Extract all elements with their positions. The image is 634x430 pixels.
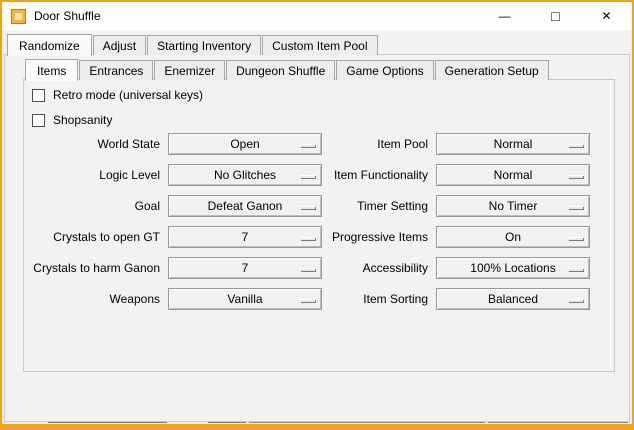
close-icon: ✕ (601, 9, 611, 23)
dropdown-value: Open (169, 134, 321, 154)
window-title: Door Shuffle (34, 9, 101, 23)
tab-custom-item-pool[interactable]: Custom Item Pool (262, 35, 377, 55)
retro-mode-checkbox[interactable]: Retro mode (universal keys) (32, 87, 203, 103)
window-frame: Door Shuffle — □ ✕ Randomize Adjust Star… (0, 0, 634, 430)
tab-adjust[interactable]: Adjust (93, 35, 146, 55)
weapons-dropdown[interactable]: Vanilla (168, 288, 322, 310)
titlebar[interactable]: Door Shuffle — □ ✕ (2, 2, 632, 30)
tab-dungeon-shuffle[interactable]: Dungeon Shuffle (226, 60, 335, 80)
item-functionality-label: Item Functionality (304, 164, 428, 186)
dropdown-value: Vanilla (169, 289, 321, 309)
checkbox-box (32, 89, 45, 102)
progressive-items-label: Progressive Items (304, 226, 428, 248)
client-area: Randomize Adjust Starting Inventory Cust… (2, 30, 632, 424)
checkbox-box (32, 114, 45, 127)
menubutton-indicator-icon (568, 237, 583, 240)
tab-enemizer[interactable]: Enemizer (154, 60, 225, 80)
dropdown-value: On (437, 227, 589, 247)
dropdown-value: 7 (169, 227, 321, 247)
weapons-label: Weapons (24, 288, 160, 310)
inner-tabstrip: Items Entrances Enemizer Dungeon Shuffle… (25, 58, 550, 80)
item-sorting-dropdown[interactable]: Balanced (436, 288, 590, 310)
dropdown-value: Defeat Ganon (169, 196, 321, 216)
dropdown-value: Normal (437, 134, 589, 154)
item-functionality-dropdown[interactable]: Normal (436, 164, 590, 186)
item-pool-dropdown[interactable]: Normal (436, 133, 590, 155)
accessibility-dropdown[interactable]: 100% Locations (436, 257, 590, 279)
accessibility-label: Accessibility (304, 257, 428, 279)
maximize-button[interactable]: □ (530, 2, 581, 30)
retro-mode-label: Retro mode (universal keys) (53, 88, 203, 102)
inner-tab-pane: Retro mode (universal keys) Shopsanity W… (23, 79, 615, 372)
tab-generation-setup[interactable]: Generation Setup (435, 60, 549, 80)
logic-level-label: Logic Level (24, 164, 160, 186)
goal-dropdown[interactable]: Defeat Ganon (168, 195, 322, 217)
crystals-open-gt-dropdown[interactable]: 7 (168, 226, 322, 248)
world-state-label: World State (24, 133, 160, 155)
crystals-harm-ganon-dropdown[interactable]: 7 (168, 257, 322, 279)
menubutton-indicator-icon (568, 144, 583, 147)
shopsanity-checkbox[interactable]: Shopsanity (32, 112, 112, 128)
dropdown-value: No Timer (437, 196, 589, 216)
minimize-button[interactable]: — (479, 2, 530, 30)
tab-items[interactable]: Items (25, 59, 78, 81)
window: Door Shuffle — □ ✕ Randomize Adjust Star… (2, 2, 632, 424)
menubutton-indicator-icon (568, 175, 583, 178)
shopsanity-label: Shopsanity (53, 113, 112, 127)
progressive-items-dropdown[interactable]: On (436, 226, 590, 248)
crystals-open-gt-label: Crystals to open GT (24, 226, 160, 248)
outer-tabstrip: Randomize Adjust Starting Inventory Cust… (7, 33, 379, 55)
crystals-harm-ganon-label: Crystals to harm Ganon (24, 257, 160, 279)
close-button[interactable]: ✕ (581, 2, 632, 30)
item-pool-label: Item Pool (304, 133, 428, 155)
timer-setting-dropdown[interactable]: No Timer (436, 195, 590, 217)
window-controls: — □ ✕ (479, 2, 632, 30)
menubutton-indicator-icon (568, 299, 583, 302)
dropdown-value: No Glitches (169, 165, 321, 185)
dropdown-value: 100% Locations (437, 258, 589, 278)
tab-randomize[interactable]: Randomize (7, 34, 92, 56)
item-sorting-label: Item Sorting (304, 288, 428, 310)
tab-entrances[interactable]: Entrances (79, 60, 153, 80)
dropdown-value: Normal (437, 165, 589, 185)
menubutton-indicator-icon (568, 206, 583, 209)
maximize-icon: □ (551, 8, 559, 24)
app-icon (11, 9, 26, 24)
dropdown-value: Balanced (437, 289, 589, 309)
tab-starting-inventory[interactable]: Starting Inventory (147, 35, 261, 55)
minimize-icon: — (499, 9, 511, 23)
world-state-dropdown[interactable]: Open (168, 133, 322, 155)
goal-label: Goal (24, 195, 160, 217)
menubutton-indicator-icon (568, 268, 583, 271)
timer-setting-label: Timer Setting (304, 195, 428, 217)
tab-game-options[interactable]: Game Options (336, 60, 433, 80)
dropdown-value: 7 (169, 258, 321, 278)
logic-level-dropdown[interactable]: No Glitches (168, 164, 322, 186)
